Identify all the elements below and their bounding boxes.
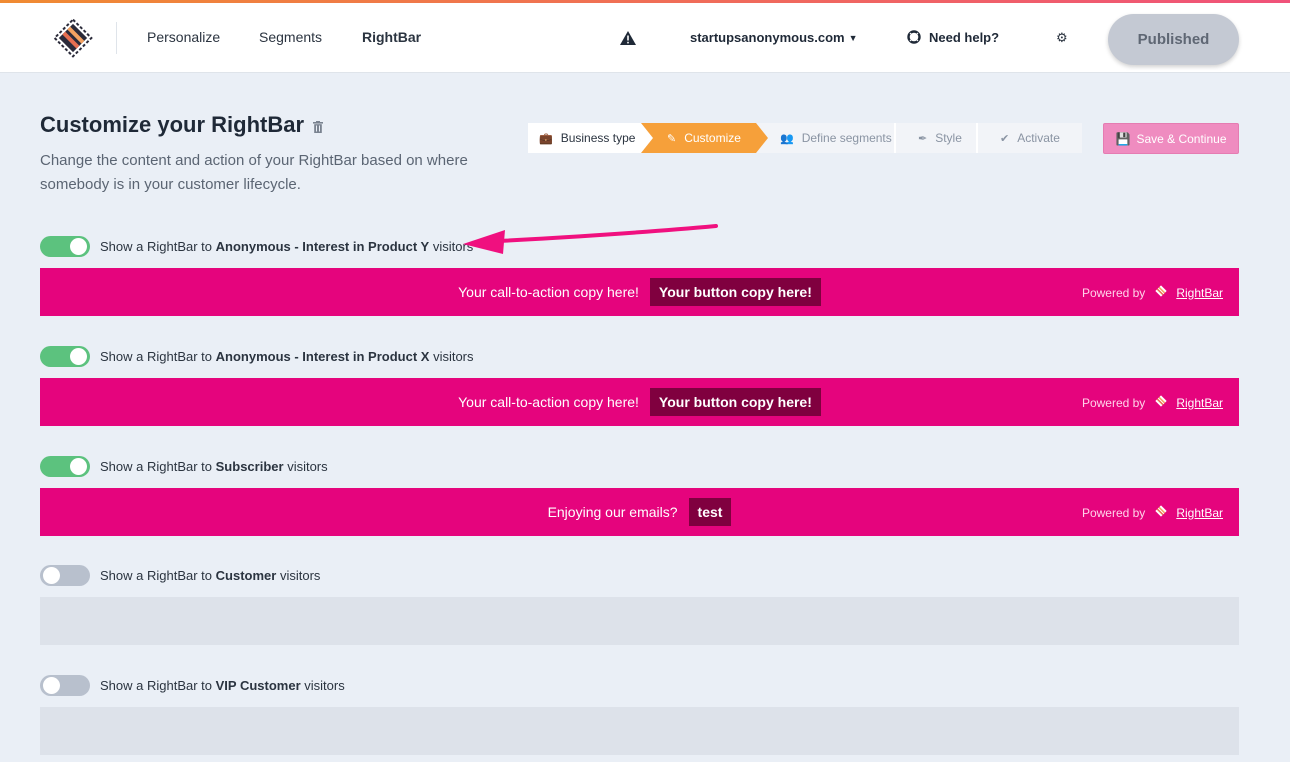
nav-rightbar[interactable]: RightBar	[362, 29, 421, 45]
cta-button[interactable]: Your button copy here!	[649, 278, 821, 306]
toggle-subscriber[interactable]	[40, 456, 90, 477]
row-suffix: visitors	[433, 349, 474, 364]
step-activate[interactable]: ✔ Activate	[976, 123, 1082, 153]
powered-by: Powered by RightBar	[1082, 284, 1223, 301]
rightbar-preview-subscriber[interactable]: Enjoying our emails? test Powered by Rig…	[40, 488, 1239, 536]
row-suffix: visitors	[287, 459, 328, 474]
rightbar-logo-icon	[1154, 284, 1168, 301]
row-segment: Anonymous - Interest in Product X	[215, 349, 430, 364]
row-label-customer: Show a RightBar to Customer visitors	[100, 568, 320, 583]
row-suffix: visitors	[432, 239, 474, 254]
row-prefix: Show a RightBar to	[100, 568, 213, 583]
powered-by: Powered by RightBar	[1082, 394, 1223, 411]
rightbar-link[interactable]: RightBar	[1176, 396, 1223, 410]
floppy-disk-icon: 💾	[1115, 131, 1131, 146]
cta-text: Your call-to-action copy here!	[458, 284, 639, 300]
cta-text: Enjoying our emails?	[547, 504, 678, 520]
row-prefix: Show a RightBar to	[100, 349, 213, 364]
chevron-down-icon: ▼	[848, 33, 858, 43]
step-style[interactable]: ✒ Style	[894, 123, 976, 153]
step-business-type[interactable]: 💼 Business type	[528, 123, 641, 153]
check-icon: ✔	[1000, 132, 1010, 145]
row-segment: Customer	[215, 568, 277, 583]
row-suffix: visitors	[304, 678, 345, 693]
rightbar-preview-vip-empty	[40, 707, 1239, 755]
toggle-anonymous-product-y[interactable]	[40, 236, 90, 257]
row-label-subscriber: Show a RightBar to Subscriber visitors	[100, 459, 328, 474]
help-link[interactable]: Need help?	[907, 30, 999, 45]
step-label: Activate	[1017, 131, 1060, 145]
rightbar-preview-product-x[interactable]: Your call-to-action copy here! Your butt…	[40, 378, 1239, 426]
bar-content: Enjoying our emails? test	[40, 488, 1239, 536]
step-label: Style	[935, 131, 962, 145]
toggle-vip-customer[interactable]	[40, 675, 90, 696]
step-define-segments[interactable]: 👥 Define segments	[756, 123, 894, 153]
domain-selector[interactable]: startupsanonymous.com ▼	[690, 30, 858, 45]
logo[interactable]	[52, 17, 94, 59]
step-label: Define segments	[801, 131, 892, 145]
toggle-knob	[70, 238, 87, 255]
cta-button[interactable]: Your button copy here!	[649, 388, 821, 416]
save-label: Save & Continue	[1136, 131, 1227, 146]
nav-segments[interactable]: Segments	[259, 29, 322, 45]
nav-personalize[interactable]: Personalize	[147, 29, 220, 45]
page-title: Customize your RightBar	[40, 112, 305, 137]
help-label: Need help?	[929, 30, 1000, 45]
row-segment: Anonymous - Interest in Product Y	[215, 239, 430, 254]
bar-content: Your call-to-action copy here! Your butt…	[40, 268, 1239, 316]
cta-text: Your call-to-action copy here!	[458, 394, 639, 410]
rightbar-preview-customer-empty	[40, 597, 1239, 645]
row-label-anonymous-product-x: Show a RightBar to Anonymous - Interest …	[100, 349, 474, 364]
row-prefix: Show a RightBar to	[100, 678, 213, 693]
step-label: Business type	[560, 131, 636, 145]
warning-icon[interactable]	[620, 31, 636, 45]
row-label-anonymous-product-y: Show a RightBar to Anonymous - Interest …	[100, 239, 473, 254]
header-divider	[116, 22, 117, 54]
gear-icon[interactable]: ⚙	[1056, 30, 1068, 46]
save-continue-button[interactable]: 💾 Save & Continue	[1103, 123, 1239, 154]
row-prefix: Show a RightBar to	[100, 239, 213, 254]
toggle-knob	[70, 348, 87, 365]
row-suffix: visitors	[279, 568, 321, 583]
rightbar-logo-icon	[1154, 504, 1168, 521]
wizard-steps: 💼 Business type ✎ Customize 👥 Define seg…	[528, 123, 1082, 153]
cta-button[interactable]: test	[688, 498, 732, 526]
top-nav: Personalize Segments RightBar startupsan…	[0, 3, 1290, 73]
lifebuoy-icon	[907, 30, 921, 44]
toggle-knob	[70, 458, 87, 475]
row-segment: Subscriber	[215, 459, 284, 474]
rightbar-preview-product-y[interactable]: Your call-to-action copy here! Your butt…	[40, 268, 1239, 316]
trash-icon[interactable]	[313, 120, 323, 138]
domain-label: startupsanonymous.com	[690, 30, 845, 45]
page-description: Change the content and action of your Ri…	[40, 152, 468, 193]
toggle-knob	[43, 567, 60, 584]
users-icon: 👥	[780, 132, 794, 145]
toggle-customer[interactable]	[40, 565, 90, 586]
bar-content: Your call-to-action copy here! Your butt…	[40, 378, 1239, 426]
powered-by-label: Powered by	[1081, 395, 1146, 410]
powered-by-label: Powered by	[1081, 285, 1146, 300]
powered-by-label: Powered by	[1081, 505, 1146, 520]
rightbar-link[interactable]: RightBar	[1176, 506, 1223, 520]
row-prefix: Show a RightBar to	[100, 459, 213, 474]
step-customize[interactable]: ✎ Customize	[641, 123, 768, 153]
toggle-knob	[43, 677, 60, 694]
powered-by: Powered by RightBar	[1082, 504, 1223, 521]
brush-icon: ✒	[918, 132, 928, 145]
row-segment: VIP Customer	[215, 678, 301, 693]
pencil-icon: ✎	[667, 132, 677, 145]
row-label-vip-customer: Show a RightBar to VIP Customer visitors	[100, 678, 345, 693]
rightbar-link[interactable]: RightBar	[1176, 286, 1223, 300]
toggle-anonymous-product-x[interactable]	[40, 346, 90, 367]
published-button[interactable]: Published	[1108, 14, 1239, 65]
step-label: Customize	[684, 131, 741, 145]
briefcase-icon: 💼	[539, 132, 553, 145]
rightbar-logo-icon	[1154, 394, 1168, 411]
